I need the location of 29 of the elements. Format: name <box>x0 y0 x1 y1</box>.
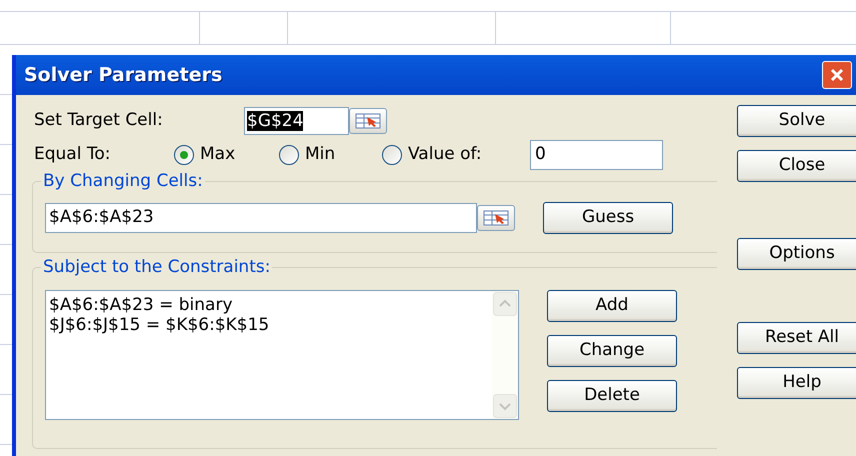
dialog-button[interactable]: Delete <box>547 380 677 412</box>
close-button[interactable] <box>822 61 852 89</box>
dialog-button[interactable]: Reset All <box>737 322 856 354</box>
radio-label[interactable]: Value of: <box>408 142 482 168</box>
close-icon <box>830 68 844 82</box>
dialog-button[interactable]: Guess <box>543 202 673 234</box>
dialog-button[interactable]: Solve <box>737 105 856 137</box>
radio-button[interactable] <box>174 145 194 165</box>
radio-label[interactable]: Min <box>305 142 336 168</box>
constraint-item[interactable]: $J$6:$J$15 = $K$6:$K$15 <box>49 315 489 335</box>
collapse-dialog-icon[interactable] <box>477 205 515 231</box>
window-title: Solver Parameters <box>24 62 222 88</box>
changing-cells-field[interactable]: $A$6:$A$23 <box>45 203 477 233</box>
dialog-button[interactable]: Close <box>737 150 856 182</box>
field-label: Equal To: <box>34 143 112 166</box>
dialog-button[interactable]: Change <box>547 335 677 367</box>
radio-button[interactable] <box>279 145 299 165</box>
dialog-button[interactable]: Help <box>737 367 856 399</box>
constraints-list[interactable]: $A$6:$A$23 = binary $J$6:$J$15 = $K$6:$K$15 <box>45 290 519 420</box>
constraint-item[interactable]: $A$6:$A$23 = binary <box>49 295 489 315</box>
radio-label[interactable]: Max <box>200 142 236 168</box>
dialog-button[interactable]: Options <box>737 238 856 270</box>
collapse-dialog-icon[interactable] <box>349 108 387 134</box>
value-field[interactable]: 0 <box>530 140 663 170</box>
radio-button[interactable] <box>382 145 402 165</box>
field-label: Set Target Cell: <box>34 109 164 132</box>
target-cell-field[interactable]: $G$24 <box>244 107 349 135</box>
dialog-button[interactable]: Add <box>547 290 677 322</box>
selected-text: $G$24 <box>247 111 304 131</box>
